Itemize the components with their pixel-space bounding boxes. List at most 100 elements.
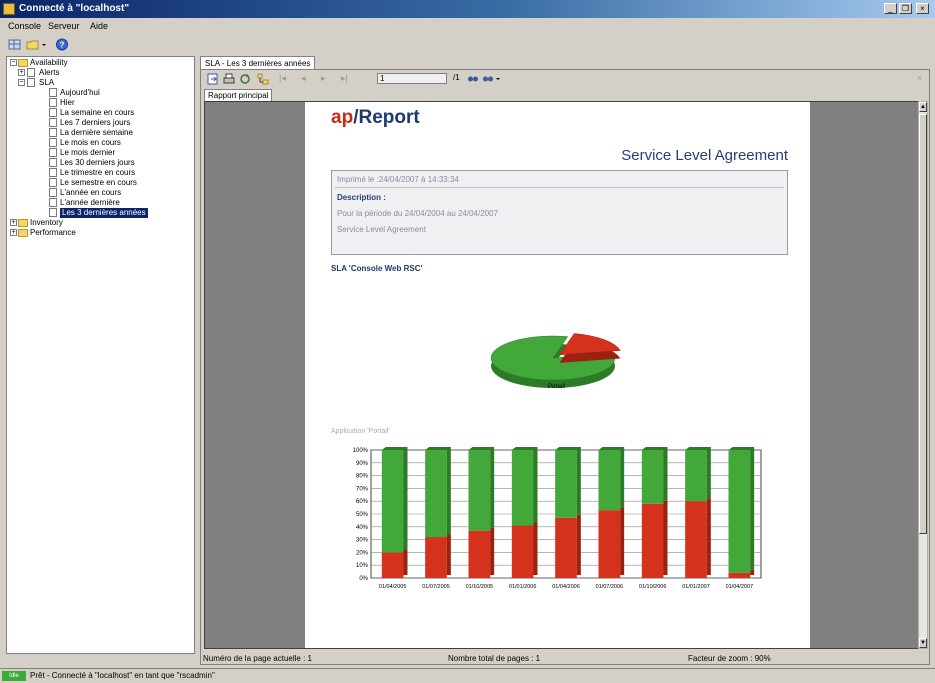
- report-icon: [49, 98, 57, 107]
- bar-segment-side: [750, 447, 755, 570]
- print-icon[interactable]: [223, 73, 235, 87]
- bar-segment: [641, 503, 664, 578]
- tree-node-sla-item[interactable]: La dernière semaine: [60, 128, 133, 138]
- bar-segment: [728, 450, 751, 573]
- tree-node-sla-item[interactable]: Le trimestre en cours: [60, 168, 135, 178]
- report-icon: [49, 188, 57, 197]
- menu-aide[interactable]: Aide: [90, 21, 108, 31]
- report-title: Service Level Agreement: [621, 147, 788, 164]
- x-tick-label: 01/01/2007: [682, 584, 710, 590]
- tree-node-sla[interactable]: SLA: [39, 78, 54, 88]
- page-number-input[interactable]: 1: [377, 73, 447, 84]
- report-icon: [49, 208, 57, 217]
- bar-segment: [641, 450, 664, 504]
- menu-serveur[interactable]: Serveur: [48, 21, 80, 31]
- bar-segment: [381, 552, 404, 578]
- maximize-button[interactable]: ❐: [899, 3, 912, 14]
- export-icon[interactable]: [207, 73, 219, 87]
- tree-node-alerts[interactable]: Alerts: [39, 68, 59, 78]
- report-status-bar: Numéro de la page actuelle : 1 Nombre to…: [201, 653, 929, 664]
- bar-segment: [598, 450, 621, 511]
- description-label: Description :: [337, 193, 386, 202]
- tree-node-sla-item[interactable]: Le semestre en cours: [60, 178, 137, 188]
- tree-node-sla-item[interactable]: Le mois dernier: [60, 148, 115, 158]
- bar-segment: [685, 501, 707, 578]
- help-icon[interactable]: ?: [55, 38, 69, 51]
- vertical-scrollbar[interactable]: ▲ ▼: [918, 101, 928, 649]
- bar-segment: [598, 510, 621, 578]
- menu-console[interactable]: Console: [8, 21, 41, 31]
- bar-segment-side: [620, 507, 625, 575]
- first-page-icon[interactable]: |◂: [279, 73, 286, 84]
- minimize-button[interactable]: _: [884, 3, 897, 14]
- expand-icon[interactable]: +: [18, 69, 25, 76]
- tree-node-performance[interactable]: Performance: [30, 228, 76, 238]
- search-icon[interactable]: [467, 73, 479, 87]
- refresh-icon[interactable]: [239, 73, 251, 87]
- report-viewport: ap/Report Service Level Agreement Imprim…: [204, 101, 923, 649]
- zoom-icon[interactable]: [482, 73, 502, 87]
- expand-icon[interactable]: +: [10, 229, 17, 236]
- tree-node-sla-item-selected[interactable]: Les 3 dernières années: [60, 208, 148, 218]
- tree-node-sla-item[interactable]: Aujourd'hui: [60, 88, 100, 98]
- bar-segment: [425, 537, 447, 578]
- bar-segment-side: [576, 514, 581, 575]
- tree-toggle-icon[interactable]: [257, 73, 269, 87]
- collapse-icon[interactable]: −: [10, 59, 17, 66]
- bar-top: [641, 447, 668, 450]
- x-tick-label: 01/04/2005: [379, 584, 407, 590]
- bar-segment: [555, 517, 577, 578]
- sla-title: SLA 'Console Web RSC': [331, 264, 423, 273]
- x-tick-label: 01/10/2005: [466, 584, 494, 590]
- tree-node-sla-item[interactable]: L'année en cours: [60, 188, 121, 198]
- printed-date: Imprimé le :24/04/2007 à 14:33:34: [337, 175, 459, 184]
- scroll-down-icon[interactable]: ▼: [919, 638, 927, 648]
- tree-node-availability[interactable]: Availability: [30, 58, 68, 68]
- tree-node-sla-item[interactable]: La semaine en cours: [60, 108, 134, 118]
- bar-segment-side: [576, 447, 581, 515]
- tree-node-sla-item[interactable]: L'année dernière: [60, 198, 120, 208]
- prev-page-icon[interactable]: ◂: [301, 73, 306, 84]
- bar-segment-side: [620, 447, 625, 508]
- scroll-up-icon[interactable]: ▲: [919, 102, 927, 112]
- status-badge: Idle: [2, 671, 26, 681]
- bar-top: [598, 447, 625, 450]
- folder-icon: [18, 229, 28, 237]
- toolbar-close-icon[interactable]: ×: [917, 73, 922, 83]
- y-tick-label: 20%: [356, 550, 369, 556]
- bar-top: [425, 447, 451, 450]
- report-icon: [49, 118, 57, 127]
- description-text: Service Level Agreement: [337, 225, 426, 234]
- y-tick-label: 60%: [356, 499, 369, 505]
- bar-segment-side: [663, 500, 668, 575]
- bar-segment-side: [446, 534, 451, 575]
- page-total: /1: [453, 73, 460, 82]
- document-icon: [27, 78, 35, 87]
- svg-text:?: ?: [60, 41, 65, 50]
- x-tick-label: 01/01/2006: [509, 584, 537, 590]
- tree-node-sla-item[interactable]: Hier: [60, 98, 75, 108]
- tree-node-sla-item[interactable]: Le mois en cours: [60, 138, 121, 148]
- open-folder-icon[interactable]: [26, 38, 50, 51]
- tree-node-sla-item[interactable]: Les 7 derniers jours: [60, 118, 130, 128]
- report-icon: [49, 88, 57, 97]
- tab-sla-report[interactable]: SLA - Les 3 dernières années: [200, 56, 316, 70]
- grid-icon[interactable]: [8, 38, 22, 51]
- report-icon: [49, 168, 57, 177]
- tab-rapport-principal[interactable]: Rapport principal: [204, 89, 273, 101]
- folder-icon: [18, 219, 28, 227]
- tree-node-sla-item[interactable]: Les 30 derniers jours: [60, 158, 135, 168]
- bar-segment-side: [533, 447, 538, 523]
- collapse-icon[interactable]: −: [18, 79, 25, 86]
- tree-node-inventory[interactable]: Inventory: [30, 218, 63, 228]
- close-button[interactable]: ×: [916, 3, 929, 14]
- next-page-icon[interactable]: ▸: [321, 73, 326, 84]
- x-tick-label: 01/04/2006: [552, 584, 580, 590]
- last-page-icon[interactable]: ▸|: [341, 73, 348, 84]
- logo-report: Report: [358, 107, 420, 128]
- app-icon: [3, 3, 15, 15]
- scroll-thumb[interactable]: [919, 114, 927, 534]
- bar-segment: [425, 450, 447, 538]
- y-tick-label: 70%: [356, 486, 369, 492]
- expand-icon[interactable]: +: [10, 219, 17, 226]
